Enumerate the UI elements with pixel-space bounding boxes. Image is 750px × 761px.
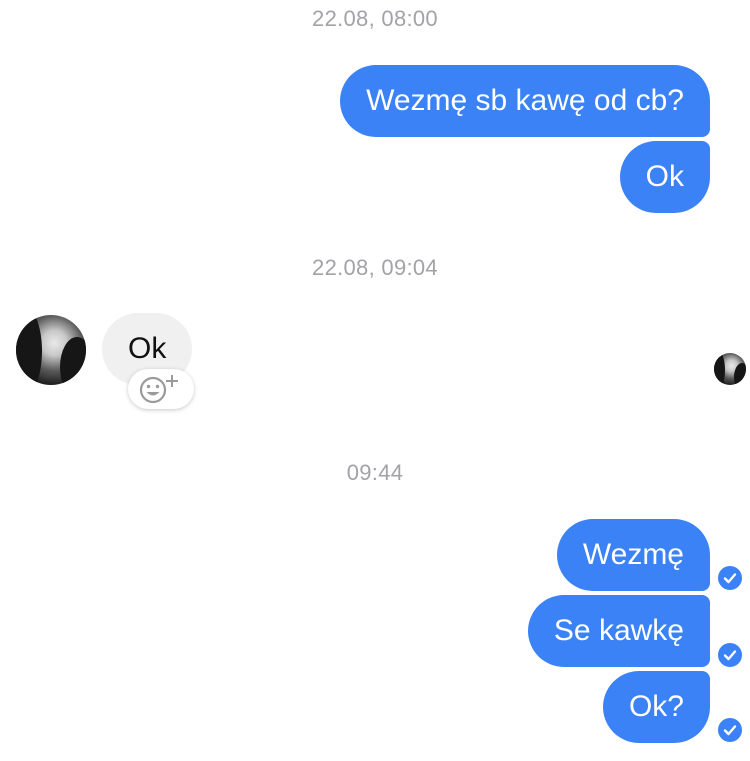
timestamp: 22.08, 09:04 [312, 255, 438, 280]
add-reaction-button[interactable] [128, 369, 194, 409]
check-circle-icon [718, 643, 742, 667]
avatar-hair [16, 315, 42, 385]
read-receipt-avatar [714, 353, 746, 385]
add-reaction-icon [139, 375, 178, 404]
contact-avatar[interactable] [16, 315, 86, 385]
outgoing-message[interactable]: Se kawkę [527, 595, 710, 667]
check-circle-icon [718, 718, 742, 742]
check-circle-icon [718, 566, 742, 590]
avatar-hair [734, 363, 746, 385]
avatar-hair [714, 353, 725, 385]
outgoing-message[interactable]: Ok [619, 141, 710, 213]
avatar-hair [60, 337, 86, 385]
outgoing-message[interactable]: Wezmę [556, 519, 710, 591]
timestamp: 22.08, 08:00 [312, 6, 438, 31]
outgoing-message[interactable]: Ok? [602, 671, 710, 743]
outgoing-message[interactable]: Wezmę sb kawę od cb? [340, 65, 710, 137]
timestamp: 09:44 [346, 460, 404, 485]
